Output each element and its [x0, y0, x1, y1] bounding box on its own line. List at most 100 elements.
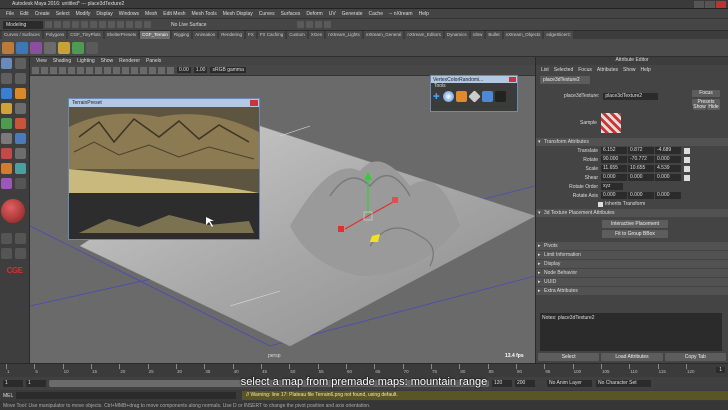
menu-windows[interactable]: Windows	[119, 11, 139, 17]
menu-select[interactable]: Select	[56, 11, 70, 17]
move-tool-icon[interactable]	[15, 73, 27, 84]
snap-surface-icon[interactable]	[144, 21, 151, 28]
vcr-cube-icon[interactable]	[455, 91, 467, 102]
shelf-tab-shelterpresets[interactable]: ShelterPresets	[104, 31, 139, 39]
vcr-paint-icon[interactable]	[481, 91, 493, 102]
vcr-panel[interactable]: VertexColorRandomi... Tools ✚	[430, 75, 518, 112]
shelf-tab-rigging[interactable]: Rigging	[171, 31, 192, 39]
viewport-menu-renderer[interactable]: Renderer	[119, 58, 140, 64]
menu-help[interactable]: Help	[419, 11, 429, 17]
grid-icon[interactable]	[59, 66, 66, 74]
new-scene-icon[interactable]	[45, 21, 52, 28]
snap-grid-icon[interactable]	[117, 21, 124, 28]
material-tool-icon[interactable]	[1, 178, 12, 189]
menu-generate[interactable]: Generate	[342, 11, 363, 17]
save-scene-icon[interactable]	[63, 21, 70, 28]
menu-cache[interactable]: Cache	[369, 11, 383, 17]
gamma-field[interactable]: 1.00	[193, 67, 208, 73]
snap-point-icon[interactable]	[135, 21, 142, 28]
open-scene-icon[interactable]	[54, 21, 61, 28]
copy-tab-button[interactable]: Copy Tab	[664, 353, 726, 361]
cylinder-tool-icon[interactable]	[1, 103, 12, 114]
undo-icon[interactable]	[72, 21, 79, 28]
transform-section[interactable]: Transform Attributes	[536, 138, 728, 146]
paint-tool-icon[interactable]	[16, 41, 28, 54]
section-extra-attributes[interactable]: Extra Attributes	[536, 287, 728, 295]
viewport-menu-shading[interactable]: Shading	[53, 58, 71, 64]
render-icon[interactable]	[296, 21, 304, 28]
section-node-behavior[interactable]: Node Behavior	[536, 269, 728, 277]
graph-editor-icon[interactable]	[15, 233, 27, 244]
menu-create[interactable]: Create	[35, 11, 50, 17]
inherits-checkbox[interactable]	[598, 201, 603, 207]
shelf-tab-xgen[interactable]: XGen	[308, 31, 325, 39]
curve-tool-icon[interactable]	[1, 133, 12, 144]
placement-section[interactable]: 3d Texture Placement Attributes	[536, 209, 728, 217]
joint-tool-icon[interactable]	[1, 148, 12, 159]
terrain-preview-window[interactable]: TerrainPreset	[68, 98, 260, 240]
rotate-order-dropdown[interactable]: xyz	[601, 183, 623, 190]
torus-tool-icon[interactable]	[15, 118, 27, 129]
menu-display[interactable]: Display	[96, 11, 112, 17]
smooth-shade-icon[interactable]	[95, 66, 102, 74]
shelf-tab-rendering[interactable]: Rendering	[219, 31, 244, 39]
settings-shelf-icon[interactable]	[86, 41, 98, 54]
keyframe-icon[interactable]	[684, 174, 690, 181]
z-axis-handle-icon[interactable]	[392, 197, 398, 203]
node-editor-icon[interactable]	[15, 248, 27, 259]
select-component-icon[interactable]	[108, 21, 115, 28]
shelf-tab-nxtream-lights[interactable]: nXtream_Lights	[326, 31, 362, 39]
image-plane-icon[interactable]	[50, 66, 57, 74]
menu-surfaces[interactable]: Surfaces	[281, 11, 301, 17]
grass-tool-icon[interactable]	[72, 41, 84, 54]
menu-mesh-tools[interactable]: Mesh Tools	[192, 11, 217, 17]
terrain-tool-icon[interactable]	[2, 41, 14, 54]
light-tool-icon[interactable]	[1, 163, 12, 174]
shelf-tab-dynamics[interactable]: Dynamics	[444, 31, 469, 39]
viewport-menu-show[interactable]: Show	[101, 58, 114, 64]
fit-bbox-button[interactable]: Fit to Group BBox	[602, 230, 668, 238]
transform-field-z[interactable]: 0.000	[655, 174, 681, 181]
node-tab[interactable]: place3dTexture2	[540, 76, 590, 84]
maximize-button[interactable]	[705, 1, 715, 8]
live-surface-label[interactable]: No Live Surface	[171, 22, 207, 28]
shelf-tab-polygons[interactable]: Polygons	[43, 31, 67, 39]
section-uuid[interactable]: UUID	[536, 278, 728, 286]
viewport-panel[interactable]: View Shading Lighting Show Renderer Panels 0.…	[30, 57, 535, 363]
shelf-tab-animation[interactable]: Animation	[193, 31, 218, 39]
rotate-axis-x[interactable]: 0.000	[601, 192, 627, 199]
transform-field-x[interactable]: 6.152	[601, 147, 627, 154]
notes-field[interactable]: Notes: place3dTexture2	[540, 313, 722, 351]
select-object-icon[interactable]	[99, 21, 106, 28]
transform-field-y[interactable]: 10.655	[628, 165, 654, 172]
viewport-menu-panels[interactable]: Panels	[146, 58, 161, 64]
focus-button[interactable]: Focus	[692, 90, 720, 97]
hide-button[interactable]: Hide	[707, 104, 720, 110]
viewport-menu-view[interactable]: View	[36, 58, 47, 64]
ae-menu-selected[interactable]: Selected	[554, 67, 573, 73]
menu-set-dropdown[interactable]: Modeling	[3, 20, 43, 29]
wireframe-icon[interactable]	[86, 66, 93, 74]
minimize-button[interactable]	[694, 1, 704, 8]
menu-mesh[interactable]: Mesh	[145, 11, 157, 17]
ambient-occlusion-icon[interactable]	[158, 66, 165, 74]
show-button[interactable]: Show	[693, 104, 706, 110]
transform-field-z[interactable]: 0.000	[655, 156, 681, 163]
current-frame-field[interactable]: 1	[716, 367, 725, 373]
menu-deform[interactable]: Deform	[306, 11, 322, 17]
vcr-brush-icon[interactable]	[494, 91, 506, 102]
load-attributes-button[interactable]: Load Attributes	[601, 353, 663, 361]
camera-attributes-icon[interactable]	[32, 66, 39, 74]
anti-alias-icon[interactable]	[167, 66, 174, 74]
menu-uv[interactable]: UV	[329, 11, 336, 17]
xray-icon[interactable]	[140, 66, 147, 74]
hypershade-icon[interactable]	[323, 21, 331, 28]
textured-icon[interactable]	[104, 66, 111, 74]
vcr-sphere-icon[interactable]	[442, 91, 454, 102]
vcr-close-icon[interactable]	[509, 77, 516, 82]
vcr-diamond-icon[interactable]	[467, 90, 481, 103]
keyframe-icon[interactable]	[684, 165, 690, 172]
vcr-add-icon[interactable]: ✚	[433, 92, 440, 101]
transform-field-y[interactable]: 0.872	[628, 147, 654, 154]
bookmark-icon[interactable]	[41, 66, 48, 74]
